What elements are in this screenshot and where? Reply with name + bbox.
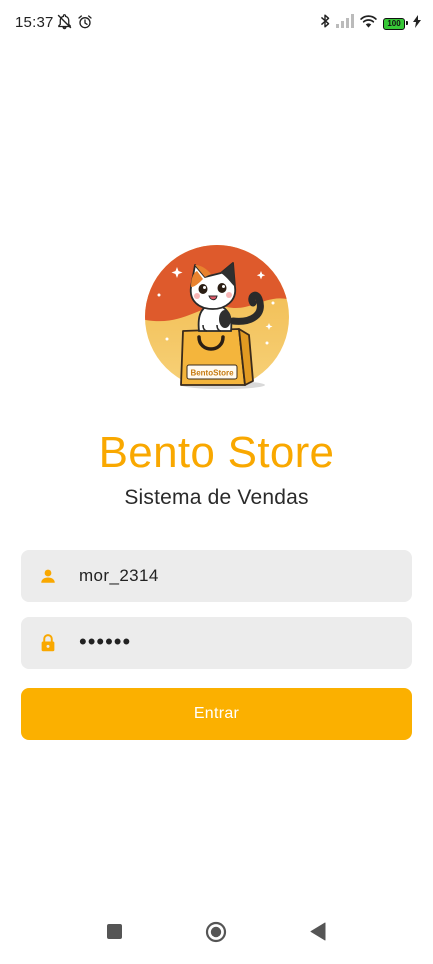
- notifications-off-icon: [56, 13, 73, 35]
- username-value: mor_2314: [79, 566, 159, 585]
- battery-level: 100: [387, 18, 401, 28]
- login-screen: 15:37 100 BentoStore Bento Store Sistema…: [0, 0, 433, 964]
- home-button[interactable]: [205, 921, 227, 943]
- login-button[interactable]: Entrar: [21, 688, 412, 740]
- app-title: Bento Store: [98, 428, 335, 477]
- bluetooth-icon: [319, 13, 331, 34]
- person-icon: [38, 566, 58, 586]
- signal-icon: [336, 14, 354, 33]
- status-left-icons: [56, 13, 93, 35]
- password-value: ••••••: [79, 628, 132, 654]
- app-subtitle: Sistema de Vendas: [124, 486, 309, 509]
- back-button[interactable]: [310, 922, 326, 941]
- username-field[interactable]: mor_2314: [21, 550, 412, 602]
- alarm-icon: [77, 14, 93, 35]
- charging-icon: [413, 14, 421, 33]
- system-nav-bar: [0, 910, 433, 964]
- battery-icon: 100: [383, 17, 408, 30]
- app-logo: BentoStore: [141, 243, 293, 395]
- password-field[interactable]: ••••••: [21, 617, 412, 669]
- wifi-icon: [359, 14, 378, 33]
- status-right-icons: 100: [319, 13, 421, 34]
- status-bar: 15:37 100: [0, 0, 433, 46]
- lock-icon: [38, 633, 58, 653]
- recents-button[interactable]: [107, 924, 122, 939]
- status-time: 15:37: [15, 14, 54, 31]
- logo-bag-text: BentoStore: [190, 369, 234, 378]
